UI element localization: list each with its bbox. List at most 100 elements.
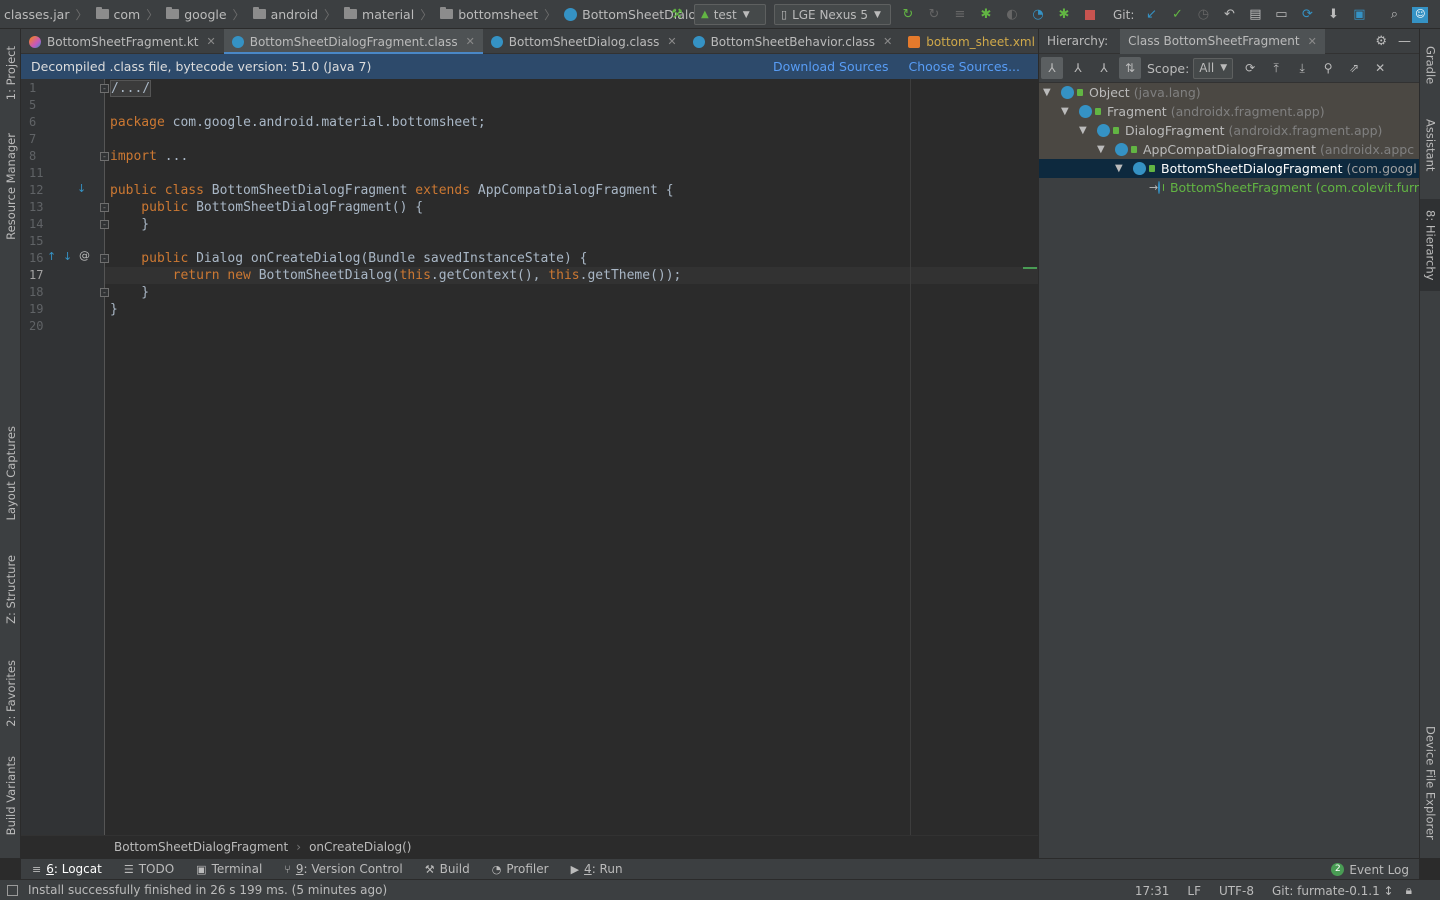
refresh-icon[interactable]: ⟳ — [1239, 57, 1261, 79]
tab-bottomsheetdialogfragment-class[interactable]: BottomSheetDialogFragment.class ✕ — [223, 29, 483, 55]
lock-icon[interactable]: 🔒︎ — [1406, 883, 1412, 898]
file-encoding[interactable]: UTF-8 — [1219, 884, 1254, 898]
caret-position[interactable]: 17:31 — [1135, 884, 1170, 898]
breadcrumb-item[interactable]: google 〉 — [162, 0, 248, 29]
search-icon[interactable]: ⌕ — [1386, 7, 1402, 23]
scope-select[interactable]: All ▼ — [1193, 57, 1234, 79]
tool-tab-project[interactable]: 1: Project — [0, 33, 21, 113]
breadcrumb-item[interactable]: material 〉 — [340, 0, 436, 29]
run-config-select[interactable]: ▲ test ▼ — [694, 4, 766, 25]
supertypes-hierarchy-icon[interactable]: ⅄ — [1067, 57, 1089, 79]
expand-triangle-icon[interactable]: ▼ — [1061, 106, 1073, 117]
fold-marker[interactable]: - — [100, 288, 109, 297]
close-icon[interactable]: ✕ — [466, 35, 475, 48]
event-log-button[interactable]: 2 Event Log — [1331, 859, 1409, 880]
tree-node[interactable]: → BottomSheetFragment (com.colevit.furr — [1039, 178, 1419, 197]
close-icon[interactable]: ✕ — [883, 35, 892, 48]
tool-tab-device-file-explorer[interactable]: Device File Explorer — [1420, 719, 1440, 847]
history-icon[interactable]: ◷ — [1195, 7, 1211, 23]
close-icon[interactable]: ✕ — [667, 35, 676, 48]
sync-gradle-icon[interactable]: ⟳ — [1299, 7, 1315, 23]
breadcrumb-item[interactable]: classes.jar 〉 — [0, 0, 92, 29]
breadcrumb-item[interactable]: bottomsheet 〉 — [436, 0, 560, 29]
git-update-icon[interactable]: ↙ — [1143, 7, 1159, 23]
fold-marker[interactable]: - — [100, 254, 109, 263]
git-branch[interactable]: Git: furmate-0.1.1 ↕ — [1272, 884, 1394, 898]
rollback-icon[interactable]: ↶ — [1221, 7, 1237, 23]
overrides-method-icon[interactable]: ↑ — [47, 250, 56, 263]
subtypes-hierarchy-icon[interactable]: ⅄ — [1093, 57, 1115, 79]
tab-bottomsheetdialog-class[interactable]: BottomSheetDialog.class ✕ — [483, 29, 685, 54]
breadcrumb-method[interactable]: onCreateDialog() — [309, 840, 411, 854]
sdk-manager-icon[interactable]: ⬇ — [1325, 7, 1341, 23]
tool-tab-favorites[interactable]: 2: Favorites — [0, 651, 21, 735]
export-icon[interactable]: ⇗ — [1343, 57, 1365, 79]
tool-tab-build-variants[interactable]: Build Variants — [0, 753, 21, 839]
project-structure-icon[interactable]: ▤ — [1247, 7, 1263, 23]
minimize-icon[interactable]: — — [1398, 34, 1411, 49]
make-project-icon[interactable]: ⚒ — [669, 7, 685, 23]
expand-triangle-icon[interactable]: ▼ — [1115, 163, 1127, 174]
fold-marker[interactable]: - — [100, 203, 109, 212]
avatar[interactable]: ☺ — [1412, 6, 1429, 23]
git-commit-icon[interactable]: ✓ — [1169, 7, 1185, 23]
tool-tab-gradle[interactable]: Gradle — [1420, 35, 1440, 95]
breadcrumb-class[interactable]: BottomSheetDialogFragment — [114, 840, 288, 854]
tool-version-control[interactable]: ⑂ 9: Version Control — [284, 862, 402, 876]
attach-debugger-icon[interactable]: ✱ — [1056, 7, 1072, 23]
sort-alphabetically-icon[interactable]: ⇅ — [1119, 57, 1141, 79]
tool-terminal[interactable]: ▣ Terminal — [196, 862, 262, 876]
fold-marker[interactable]: - — [100, 84, 109, 93]
stop-icon[interactable] — [1082, 7, 1098, 23]
tool-todo[interactable]: ☰ TODO — [124, 862, 174, 876]
tab-class-hierarchy[interactable]: Class BottomSheetFragment ✕ — [1120, 28, 1325, 54]
tool-logcat[interactable]: ≡ 6: Logcat — [32, 862, 102, 876]
toggle-tool-windows-icon[interactable] — [7, 884, 18, 896]
tab-bottomsheetfragment-kt[interactable]: BottomSheetFragment.kt ✕ — [21, 29, 224, 54]
expand-all-icon[interactable]: ⤒ — [1265, 57, 1287, 79]
overridden-method-icon[interactable]: ↓ — [63, 250, 72, 263]
tool-tab-resource-manager[interactable]: Resource Manager — [0, 125, 21, 247]
expand-triangle-icon[interactable]: ▼ — [1097, 144, 1109, 155]
tool-run[interactable]: ▶ 4: Run — [571, 862, 623, 876]
expand-triangle-icon[interactable]: ▼ — [1043, 87, 1055, 98]
breadcrumb-item[interactable]: com 〉 — [92, 0, 163, 29]
code-editor[interactable]: 1 5 6 7 8 11 12 13 14 15 16 17 18 19 20 … — [21, 79, 1038, 835]
pin-icon[interactable]: ⚲ — [1317, 57, 1339, 79]
expand-triangle-icon[interactable]: ▼ — [1079, 125, 1091, 136]
coverage-icon[interactable]: ◐ — [1004, 7, 1020, 23]
annotation-icon[interactable]: @ — [79, 249, 90, 262]
folded-comment[interactable]: /.../ — [110, 80, 152, 97]
tree-node[interactable]: ▼ AppCompatDialogFragment (androidx.appc — [1039, 140, 1419, 159]
choose-sources-link[interactable]: Choose Sources... — [909, 59, 1021, 74]
close-icon[interactable]: ✕ — [207, 35, 216, 48]
device-select[interactable]: ▯ LGE Nexus 5 ▼ — [774, 4, 891, 25]
close-icon[interactable]: ✕ — [1369, 57, 1391, 79]
apply-changes-icon[interactable]: ↻ — [900, 7, 916, 23]
tool-tab-layout-captures[interactable]: Layout Captures — [0, 419, 21, 527]
download-sources-link[interactable]: Download Sources — [773, 59, 889, 74]
tree-node[interactable]: ▼ DialogFragment (androidx.fragment.app) — [1039, 121, 1419, 140]
breadcrumb-item[interactable]: android 〉 — [249, 0, 340, 29]
tool-tab-hierarchy[interactable]: 8: Hierarchy — [1420, 199, 1440, 291]
tree-node[interactable]: ▼ Fragment (androidx.fragment.app) — [1039, 102, 1419, 121]
status-message[interactable]: Install successfully finished in 26 s 19… — [28, 883, 387, 897]
tree-node[interactable]: ▼ Object (java.lang) — [1039, 83, 1419, 102]
tab-bottomsheetbehavior-class[interactable]: BottomSheetBehavior.class ✕ — [685, 29, 901, 54]
debug-icon[interactable]: ✱ — [978, 7, 994, 23]
profile-icon[interactable]: ◔ — [1030, 7, 1046, 23]
tab-bottom-sheet-xml[interactable]: bottom_sheet.xml✕ — [900, 29, 1060, 54]
fold-marker[interactable]: - — [100, 152, 109, 161]
close-icon[interactable]: ✕ — [1308, 35, 1317, 48]
implemented-method-icon[interactable]: ↓ — [77, 182, 86, 195]
collapse-all-icon[interactable]: ⤓ — [1291, 57, 1313, 79]
apply-code-changes-icon[interactable]: ↻ — [926, 7, 942, 23]
device-monitor-icon[interactable]: ▣ — [1351, 7, 1367, 23]
tool-build[interactable]: ⚒ Build — [425, 862, 470, 876]
tool-tab-assistant[interactable]: Assistant — [1420, 109, 1440, 181]
gear-icon[interactable]: ⚙ — [1375, 34, 1387, 49]
line-separator[interactable]: LF — [1187, 884, 1201, 898]
list-icon[interactable]: ≡ — [952, 7, 968, 23]
tree-node-selected[interactable]: ▼ BottomSheetDialogFragment (com.googl — [1039, 159, 1419, 178]
tool-profiler[interactable]: ◔ Profiler — [492, 862, 549, 876]
